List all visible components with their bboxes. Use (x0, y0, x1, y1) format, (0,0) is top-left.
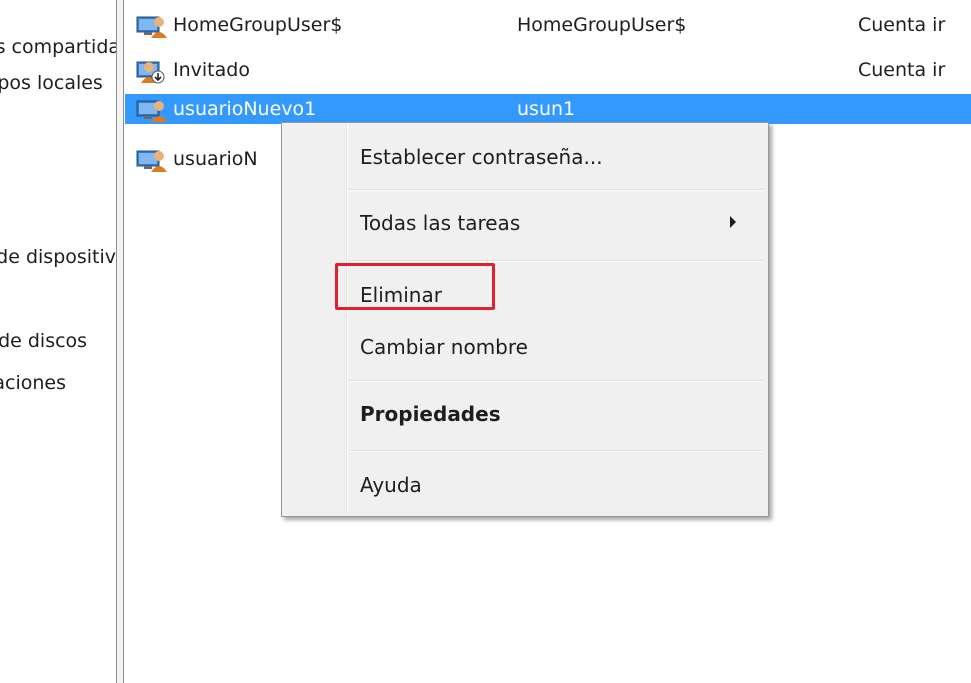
menu-icon-gutter (346, 125, 347, 514)
tree-pane: Carpetas compartidas Usuarios y grupos l… (0, 0, 116, 683)
user-description-cell: Cuenta ir (858, 59, 946, 81)
menu-separator (348, 260, 764, 261)
tree-item-local-users[interactable]: Usuarios y grupos locales (0, 72, 103, 94)
disabled-user-icon (136, 61, 165, 84)
user-name-cell: Invitado (173, 59, 250, 81)
tree-item-services[interactable]: Servicios y aplicaciones (0, 372, 66, 394)
user-icon (136, 16, 167, 38)
menu-separator (348, 450, 764, 451)
table-row-selected[interactable]: usuarioNuevo1 usun1 (125, 94, 971, 124)
user-name-cell: usuarioN (173, 148, 258, 170)
tree-item-device-manager[interactable]: Administrador de dispositivos (0, 246, 116, 268)
submenu-arrow-icon (730, 216, 736, 228)
user-icon (136, 150, 167, 172)
menu-item-set-password[interactable]: Establecer contraseña... (360, 140, 603, 174)
table-row[interactable]: HomeGroupUser$ HomeGroupUser$ Cuenta ir (125, 10, 971, 40)
tree-item-shared-folders[interactable]: Carpetas compartidas (0, 36, 116, 58)
user-name-cell: usuarioNuevo1 (173, 98, 317, 120)
menu-separator (348, 189, 764, 190)
menu-item-all-tasks[interactable]: Todas las tareas (360, 206, 520, 240)
menu-item-properties[interactable]: Propiedades (360, 397, 501, 431)
user-fullname-cell: HomeGroupUser$ (517, 14, 687, 36)
pane-splitter[interactable] (116, 0, 124, 683)
user-fullname-cell: usun1 (517, 98, 576, 120)
menu-item-help[interactable]: Ayuda (360, 468, 422, 502)
annotation-highlight-box (335, 263, 495, 310)
user-icon (136, 100, 167, 122)
tree-item-disk-management[interactable]: Administración de discos (0, 330, 87, 352)
menu-separator (348, 380, 764, 381)
user-description-cell: Cuenta ir (858, 14, 946, 36)
context-menu: Establecer contraseña... Todas las tarea… (281, 122, 769, 517)
table-row[interactable]: Invitado Cuenta ir (125, 55, 971, 85)
user-name-cell: HomeGroupUser$ (173, 14, 343, 36)
menu-item-rename[interactable]: Cambiar nombre (360, 330, 528, 364)
